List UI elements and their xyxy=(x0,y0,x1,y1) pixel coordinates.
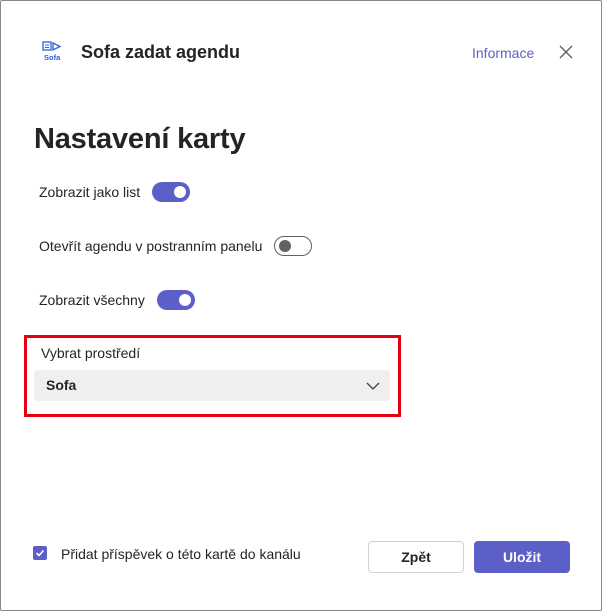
toggle-knob xyxy=(174,186,187,198)
tab-settings-dialog: Sofa Sofa zadat agendu Informace Nastave… xyxy=(0,0,602,611)
info-link[interactable]: Informace xyxy=(472,45,534,61)
close-icon[interactable] xyxy=(557,43,575,61)
toggle-knob xyxy=(279,240,292,252)
toggle-label: Zobrazit všechny xyxy=(39,292,145,308)
toggle-row-show-as-list: Zobrazit jako list xyxy=(39,182,191,202)
environment-select[interactable]: Sofa xyxy=(34,370,390,401)
toggle-label: Otevřít agendu v postranním panelu xyxy=(39,238,263,254)
toggle-label: Zobrazit jako list xyxy=(39,184,141,200)
post-to-channel-label: Přidat příspěvek o této kartě do kanálu xyxy=(61,546,301,562)
logo-text: Sofa xyxy=(44,53,61,62)
checkmark-icon xyxy=(35,549,45,557)
toggle-knob xyxy=(178,294,191,306)
toggle-row-open-in-side-panel: Otevřít agendu v postranním panelu xyxy=(39,236,313,256)
show-as-list-toggle[interactable] xyxy=(152,182,191,202)
back-button[interactable]: Zpět xyxy=(368,541,464,573)
environment-select-value: Sofa xyxy=(46,377,77,393)
sofa-app-logo-icon: Sofa xyxy=(42,41,62,62)
toggle-row-show-all: Zobrazit všechny xyxy=(39,290,195,310)
environment-label: Vybrat prostředí xyxy=(41,345,141,361)
post-to-channel-checkbox[interactable] xyxy=(33,546,47,560)
open-in-side-panel-toggle[interactable] xyxy=(274,236,313,256)
app-title: Sofa zadat agendu xyxy=(81,42,241,62)
page-title: Nastavení karty xyxy=(34,123,246,155)
save-button[interactable]: Uložit xyxy=(474,541,570,573)
show-all-toggle[interactable] xyxy=(156,290,195,310)
chevron-down-icon xyxy=(366,382,380,390)
